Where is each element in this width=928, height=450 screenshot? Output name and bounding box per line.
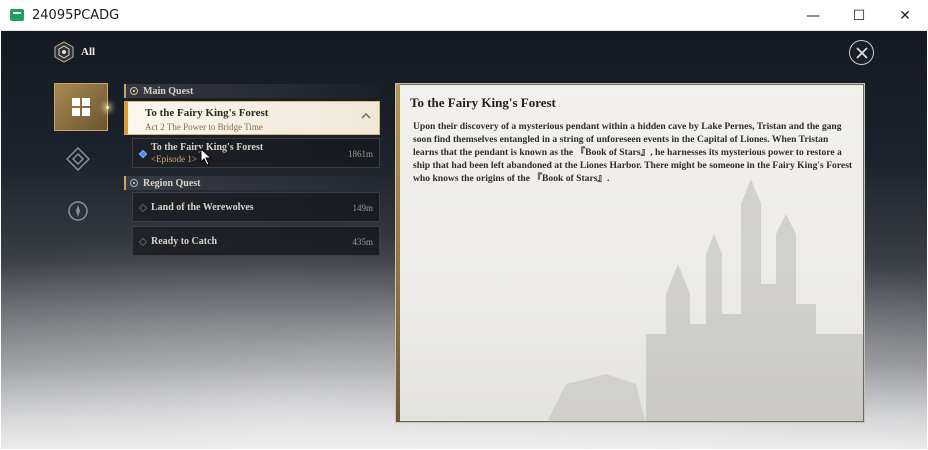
quest-item-episode[interactable]: To the Fairy King's Forest <Episode 1> 1…: [132, 138, 380, 168]
rail-tab-region[interactable]: [66, 199, 90, 223]
window-controls: — ☐ ✕: [790, 0, 928, 31]
quest-distance: 435m: [352, 237, 373, 247]
region-quest-symbol-icon: [130, 179, 138, 187]
all-quests-icon: [72, 98, 90, 116]
game-viewport: All Main Quest To the Fairy King's Fores…: [1, 31, 927, 449]
quest-subtitle: Act 2 The Power to Bridge Time: [145, 122, 263, 132]
compass-quest-icon: [68, 201, 88, 221]
minimize-button[interactable]: —: [790, 0, 836, 31]
detail-title: To the Fairy King's Forest: [410, 95, 556, 110]
filter-emblem-icon: [54, 41, 74, 63]
window-title: 24095PCADG: [32, 7, 120, 23]
rail-tab-all[interactable]: [54, 83, 109, 131]
quest-item-werewolves[interactable]: Land of the Werewolves 149m: [132, 192, 380, 222]
region-quest-header: Region Quest: [124, 176, 379, 190]
quest-title: Land of the Werewolves: [151, 202, 254, 213]
maximize-button[interactable]: ☐: [836, 0, 882, 31]
window-close-button[interactable]: ✕: [882, 0, 928, 31]
tracking-diamond-icon: [138, 149, 148, 159]
quest-episode: <Episode 1>: [151, 154, 197, 164]
quest-item-selected[interactable]: To the Fairy King's Forest Act 2 The Pow…: [124, 101, 380, 135]
quest-item-ready[interactable]: Ready to Catch 435m: [132, 226, 380, 256]
quest-diamond-icon: [138, 203, 148, 213]
region-quest-label: Region Quest: [143, 177, 201, 189]
quest-diamond-icon: [138, 237, 148, 247]
quest-title: Ready to Catch: [151, 236, 218, 247]
close-button[interactable]: [849, 40, 874, 65]
window-titlebar: 24095PCADG — ☐ ✕: [0, 0, 928, 31]
filter-selector[interactable]: All: [53, 41, 95, 63]
main-quest-header: Main Quest: [124, 84, 379, 98]
chevron-up-icon[interactable]: [361, 111, 371, 121]
quest-detail-panel: To the Fairy King's Forest Upon their di…: [395, 83, 865, 423]
detail-description: Upon their discovery of a mysterious pen…: [413, 121, 853, 184]
rail-tab-main[interactable]: [66, 147, 90, 171]
close-icon: [855, 46, 868, 59]
main-quest-symbol-icon: [130, 87, 138, 95]
quest-title: To the Fairy King's Forest: [145, 107, 269, 119]
quest-distance: 1861m: [347, 149, 373, 159]
quest-distance: 149m: [352, 203, 373, 213]
diamond-quest-icon: [66, 147, 90, 171]
filter-label: All: [81, 46, 96, 58]
mouse-cursor-icon: [200, 148, 213, 166]
main-quest-label: Main Quest: [143, 85, 194, 97]
app-icon: [10, 9, 24, 21]
